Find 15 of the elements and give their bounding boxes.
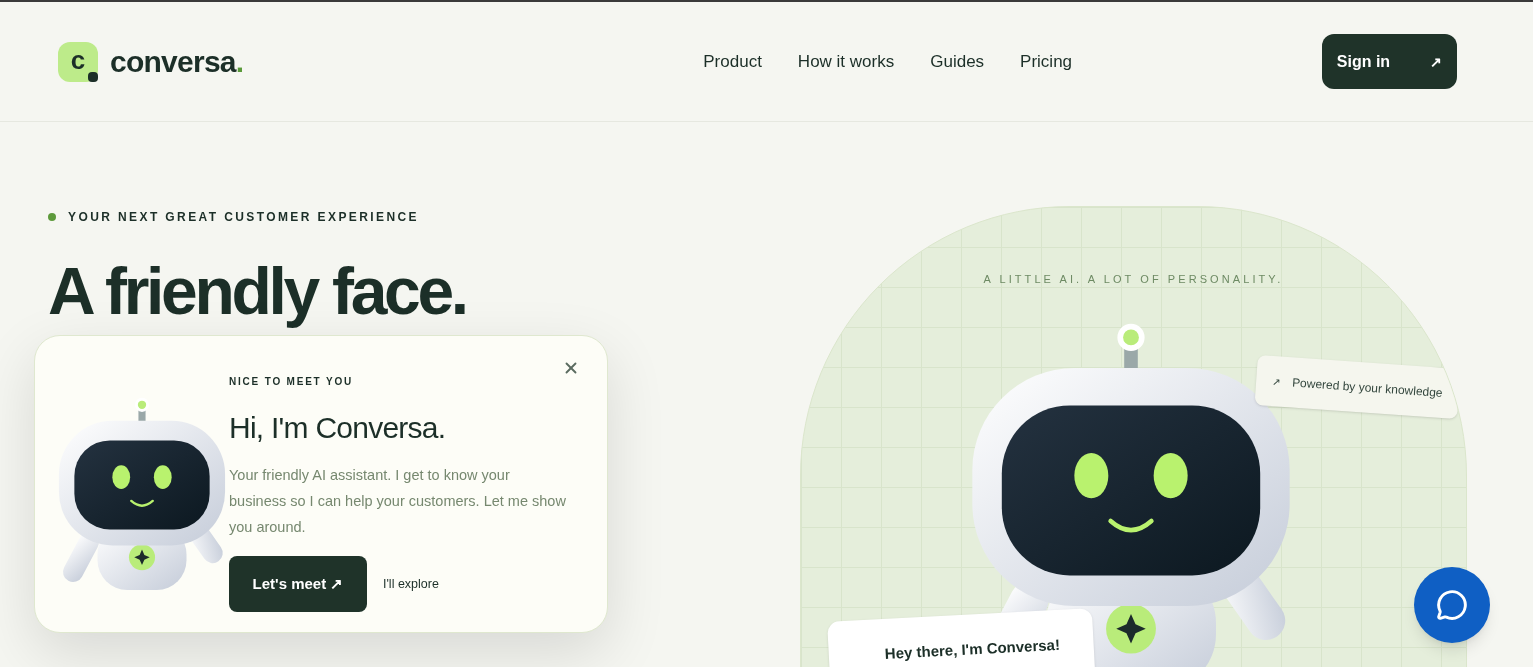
explore-link[interactable]: I'll explore [383,574,439,594]
nav-link[interactable]: Product [703,48,762,75]
logo-mark: c [58,41,98,82]
nav-link[interactable]: How it works [797,48,895,75]
sign-in-button[interactable]: Sign in ↗ [1322,34,1457,89]
nav-link[interactable]: Pricing [1020,48,1073,75]
tagline-text: A LITTLE AI. A LOT OF PERSONALITY. [983,272,1284,287]
nav-link[interactable]: Guides [930,48,985,75]
eyebrow-text: YOUR NEXT GREAT CUSTOMER EXPERIENCE [68,209,419,226]
popup-description: Your friendly AI assistant. I get to know your business so I can help your customers. Let me show you around. [229,466,567,537]
logo-wordmark: conversa. [110,44,244,80]
popup-eyebrow: NICE TO MEET YOU [229,375,354,389]
chat-bubble-icon [1436,589,1468,621]
popup-title: Hi, I'm Conversa. [229,410,447,446]
lets-meet-button[interactable]: Let's meet ↗ [229,556,367,612]
